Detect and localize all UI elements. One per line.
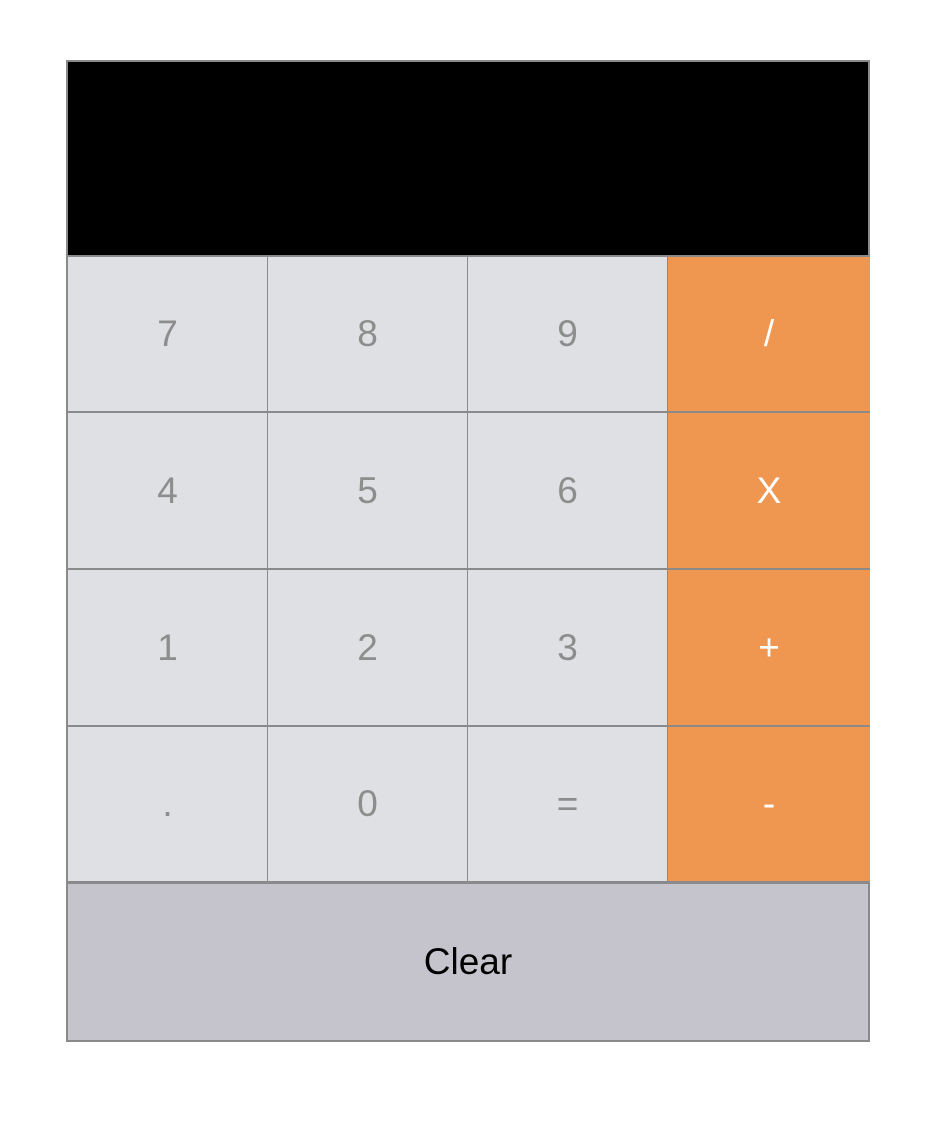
multiply-button[interactable]: X [668, 413, 870, 568]
add-button[interactable]: + [668, 570, 870, 725]
key-2[interactable]: 2 [268, 570, 467, 725]
key-7[interactable]: 7 [68, 257, 267, 411]
calculator: 7 8 9 / 4 5 6 X 1 2 3 + . 0 = - Clear [66, 60, 870, 1042]
key-1[interactable]: 1 [68, 570, 267, 725]
equals-button[interactable]: = [468, 727, 667, 881]
clear-button[interactable]: Clear [68, 884, 868, 1040]
key-9[interactable]: 9 [468, 257, 667, 411]
key-8[interactable]: 8 [268, 257, 467, 411]
decimal-button[interactable]: . [68, 727, 267, 881]
key-3[interactable]: 3 [468, 570, 667, 725]
key-5[interactable]: 5 [268, 413, 467, 568]
key-4[interactable]: 4 [68, 413, 267, 568]
keypad: 7 8 9 / 4 5 6 X 1 2 3 + . 0 = - [68, 257, 870, 881]
key-0[interactable]: 0 [268, 727, 467, 881]
divide-button[interactable]: / [668, 257, 870, 411]
key-6[interactable]: 6 [468, 413, 667, 568]
calculator-display [68, 62, 868, 255]
subtract-button[interactable]: - [668, 727, 870, 881]
